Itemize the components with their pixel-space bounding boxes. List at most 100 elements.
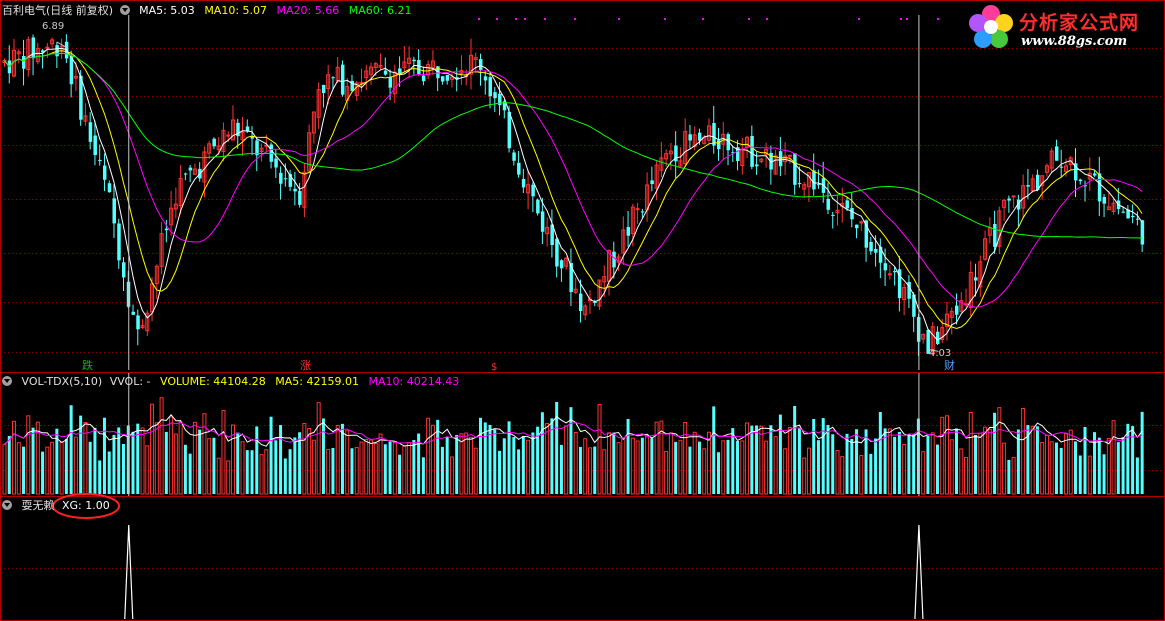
candle-body-down <box>1131 215 1135 218</box>
candle-body-down <box>1078 179 1083 182</box>
volume-bar-up <box>921 451 926 495</box>
volume-bar-up <box>26 415 31 495</box>
volume-ma10-line <box>4 422 1143 445</box>
signal-mark-up: 涨 <box>300 359 311 372</box>
volume-bar-down <box>897 431 901 494</box>
volume-bar-up <box>944 415 949 495</box>
candle-body-down <box>388 77 393 88</box>
volume-bar-up <box>545 423 550 495</box>
volume-bar-up <box>940 416 945 495</box>
volume-bar-down <box>926 435 930 494</box>
volume-bar-up <box>364 438 369 495</box>
volume-bar-down <box>912 433 916 494</box>
dropdown-icon[interactable] <box>119 5 130 15</box>
candle-body-down <box>540 211 545 232</box>
candle-body-down <box>107 183 112 193</box>
volume-bar-up <box>802 457 807 495</box>
candle-body-down <box>298 190 302 205</box>
volume-bar-down <box>388 441 392 494</box>
volume-bar-down <box>283 458 287 494</box>
volume-bar-down <box>236 432 240 494</box>
volume-bar-down <box>555 401 559 494</box>
volume-bar-up <box>783 448 788 495</box>
candle-body-down <box>412 59 416 62</box>
vvol-label: VVOL: - <box>109 375 151 388</box>
top-marker-dot <box>702 18 704 20</box>
candle-body-down <box>117 223 121 261</box>
candle-body-up <box>226 134 231 137</box>
volume-bar-up <box>192 421 197 495</box>
ma20-line <box>4 52 1143 308</box>
volume-bar-down <box>855 429 859 494</box>
volume-bar-down <box>493 429 497 494</box>
volume-bar-down <box>531 432 535 494</box>
volume-bar-up <box>997 407 1002 495</box>
volume-bar-down <box>112 434 116 494</box>
top-marker-dot <box>496 18 498 20</box>
volume-bar-down <box>288 449 292 494</box>
volume-bar-down <box>64 438 68 494</box>
candle-body-up <box>1011 195 1016 198</box>
volume-bar-up <box>140 427 145 495</box>
dropdown-icon[interactable] <box>2 376 12 386</box>
candle-body-down <box>507 111 512 149</box>
signal-mark-down: 跌 <box>82 359 93 372</box>
vol-ma10-label: MA10: 40214.43 <box>368 375 460 388</box>
volume-bar-down <box>350 448 354 494</box>
site-logo[interactable]: 分析家公式网 www.88gs.com <box>965 2 1160 54</box>
volume-bar-up <box>459 433 464 495</box>
volume-bar-down <box>198 429 202 494</box>
volume-bar-up <box>1030 425 1035 495</box>
candle-body-down <box>440 76 445 82</box>
volume-bar-down <box>383 444 387 494</box>
volume-bar-down <box>731 428 735 494</box>
volume-bar-up <box>326 448 331 495</box>
volume-bar-up <box>169 416 174 495</box>
volume-bar-down <box>245 450 249 494</box>
volume-bar-down <box>893 436 897 494</box>
candle-body-down <box>164 228 169 231</box>
volume-bar-down <box>521 436 525 494</box>
top-marker-dot <box>748 18 750 20</box>
candle-body-up <box>635 208 640 211</box>
volume-bar-down <box>816 440 820 494</box>
volume-bar-up <box>1044 434 1049 495</box>
stock-name[interactable]: 百利电气(日线 前复权) <box>2 4 113 17</box>
volume-bar-up <box>345 430 350 495</box>
volume-bar-up <box>987 428 992 495</box>
vol-indicator-name[interactable]: VOL-TDX(5,10) <box>22 375 103 388</box>
volume-bar-down <box>778 414 782 494</box>
volume-bar-up <box>983 426 988 495</box>
candle-body-down <box>612 251 616 268</box>
vol-ma5-label: MA5: 42159.01 <box>275 375 359 388</box>
candle-body-down <box>1054 146 1059 161</box>
indicator-name[interactable]: 耍无赖 <box>22 499 55 512</box>
stock-chart[interactable] <box>0 0 1165 621</box>
candle-body-down <box>935 331 940 345</box>
volume-bar-up <box>959 448 964 495</box>
volume-bar-down <box>255 426 259 494</box>
candle-body-down <box>331 77 335 79</box>
volume-bar-up <box>1063 433 1068 495</box>
volume-bar-up <box>887 428 892 495</box>
volume-bar-up <box>930 432 935 495</box>
volume-bar-down <box>935 444 939 494</box>
candle-body-down <box>122 262 126 278</box>
volume-bar-down <box>131 431 135 494</box>
volume-bar-down <box>31 427 35 494</box>
volume-bar-up <box>16 442 21 495</box>
dropdown-icon[interactable] <box>2 500 12 510</box>
volume-bar-up <box>207 438 212 495</box>
volume-bar-down <box>22 446 26 494</box>
top-marker-dot <box>766 18 768 20</box>
candle-body-down <box>793 153 797 185</box>
candle-body-down <box>640 211 645 213</box>
top-marker-dot <box>524 18 526 20</box>
candle-body-down <box>955 305 959 315</box>
volume-bar-down <box>717 452 720 494</box>
candle-body-down <box>88 122 93 142</box>
volume-bar-down <box>274 440 278 494</box>
volume-bar-up <box>73 436 78 495</box>
volume-bar-up <box>787 427 792 495</box>
volume-bar-down <box>1059 447 1063 494</box>
